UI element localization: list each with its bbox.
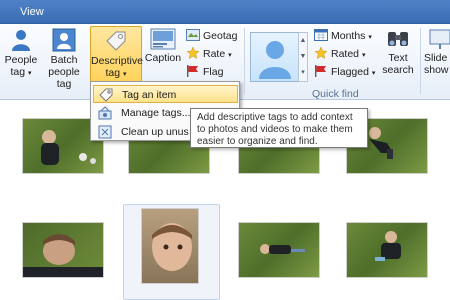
clean-up-icon: [98, 125, 112, 139]
descriptive-tag-line2: tag: [105, 67, 121, 79]
flag-icon: [187, 65, 198, 77]
flagged-label: Flagged: [331, 66, 369, 78]
group-label-quick-find: Quick find: [312, 88, 359, 100]
child-photo: [260, 244, 305, 254]
months-filter[interactable]: Months ▾: [314, 28, 372, 44]
group-separator: [244, 28, 245, 94]
text-search-line1: Text: [388, 52, 408, 64]
tag-icon: [99, 88, 113, 102]
tag-icon: [106, 31, 126, 51]
chevron-down-icon: ▾: [28, 70, 32, 77]
rate-label: Rate: [203, 48, 226, 60]
group-separator: [420, 28, 421, 94]
rated-filter[interactable]: Rated ▾: [314, 46, 365, 62]
ribbon-tab-strip: View: [0, 0, 450, 24]
rated-label: Rated: [331, 48, 360, 60]
flag-label: Flag: [203, 66, 224, 78]
manage-tags-icon: [98, 106, 112, 120]
star-icon: [314, 47, 328, 59]
photo-thumbnail[interactable]: [22, 222, 104, 278]
tooltip: Add descriptive tags to add context to p…: [190, 108, 368, 148]
photo-thumbnail[interactable]: [141, 208, 199, 284]
child-photo: [23, 234, 103, 277]
rate-button[interactable]: Rate ▾: [186, 46, 232, 62]
chevron-down-icon: ▾: [361, 52, 366, 59]
batch-people-tag-button[interactable]: Batch people tag: [40, 28, 88, 90]
child-photo: [375, 231, 401, 261]
flagged-filter[interactable]: Flagged ▾: [314, 64, 375, 80]
menu-item-tag-an-item[interactable]: Tag an item: [93, 85, 238, 103]
scroll-up-icon[interactable]: ▲: [299, 33, 307, 49]
star-icon: [186, 47, 200, 59]
expand-gallery-icon[interactable]: ▾: [299, 65, 307, 81]
batch-tag-line1: Batch: [50, 54, 78, 66]
slideshow-icon: [429, 29, 450, 49]
chevron-down-icon: ▾: [228, 52, 232, 59]
binoculars-icon: [388, 32, 408, 46]
photo-thumbnail[interactable]: [238, 222, 320, 278]
menu-item-label: Tag an item: [122, 89, 177, 101]
chevron-down-icon: ▾: [368, 34, 372, 41]
menu-item-label: Clean up unus: [121, 126, 189, 138]
person-icon: [259, 41, 291, 79]
geotag-label: Geotag: [203, 30, 238, 42]
caption-label: Caption: [144, 52, 182, 64]
people-filter-gallery[interactable]: [250, 32, 300, 82]
people-tag-line1: People: [4, 54, 38, 66]
photo-thumbnail[interactable]: [346, 222, 428, 278]
people-tag-line2: tag: [10, 66, 26, 78]
menu-item-label: Manage tags...: [121, 107, 191, 119]
tab-view[interactable]: View: [10, 4, 54, 24]
calendar-icon: [314, 29, 328, 41]
chevron-down-icon: ▾: [123, 71, 127, 78]
flag-button[interactable]: Flag: [186, 64, 223, 80]
scroll-down-icon[interactable]: ▼: [299, 49, 307, 65]
descriptive-tag-line1: Descriptive: [91, 55, 143, 67]
gallery-scrollbar[interactable]: ▲ ▼ ▾: [298, 32, 308, 82]
descriptive-tag-button[interactable]: Descriptive tag ▾: [90, 26, 143, 84]
caption-button[interactable]: Caption: [144, 28, 182, 86]
people-tag-button[interactable]: People tag ▾: [4, 28, 38, 86]
caption-icon: [150, 28, 176, 50]
chevron-down-icon: ▾: [371, 70, 376, 77]
batch-person-icon: [52, 28, 76, 52]
slide-show-line1: Slide: [424, 52, 448, 64]
text-search-button[interactable]: Text search: [382, 28, 414, 86]
person-icon: [12, 30, 30, 51]
geotag-button[interactable]: Geotag: [186, 28, 237, 44]
geotag-icon: [186, 29, 200, 41]
slide-show-line2: show: [424, 64, 449, 76]
flag-icon: [315, 65, 326, 77]
months-label: Months: [331, 30, 366, 42]
batch-tag-line2: people tag: [48, 66, 80, 90]
slide-show-button[interactable]: Slide show: [424, 28, 450, 86]
child-photo: [152, 223, 192, 271]
text-search-line2: search: [382, 64, 414, 76]
